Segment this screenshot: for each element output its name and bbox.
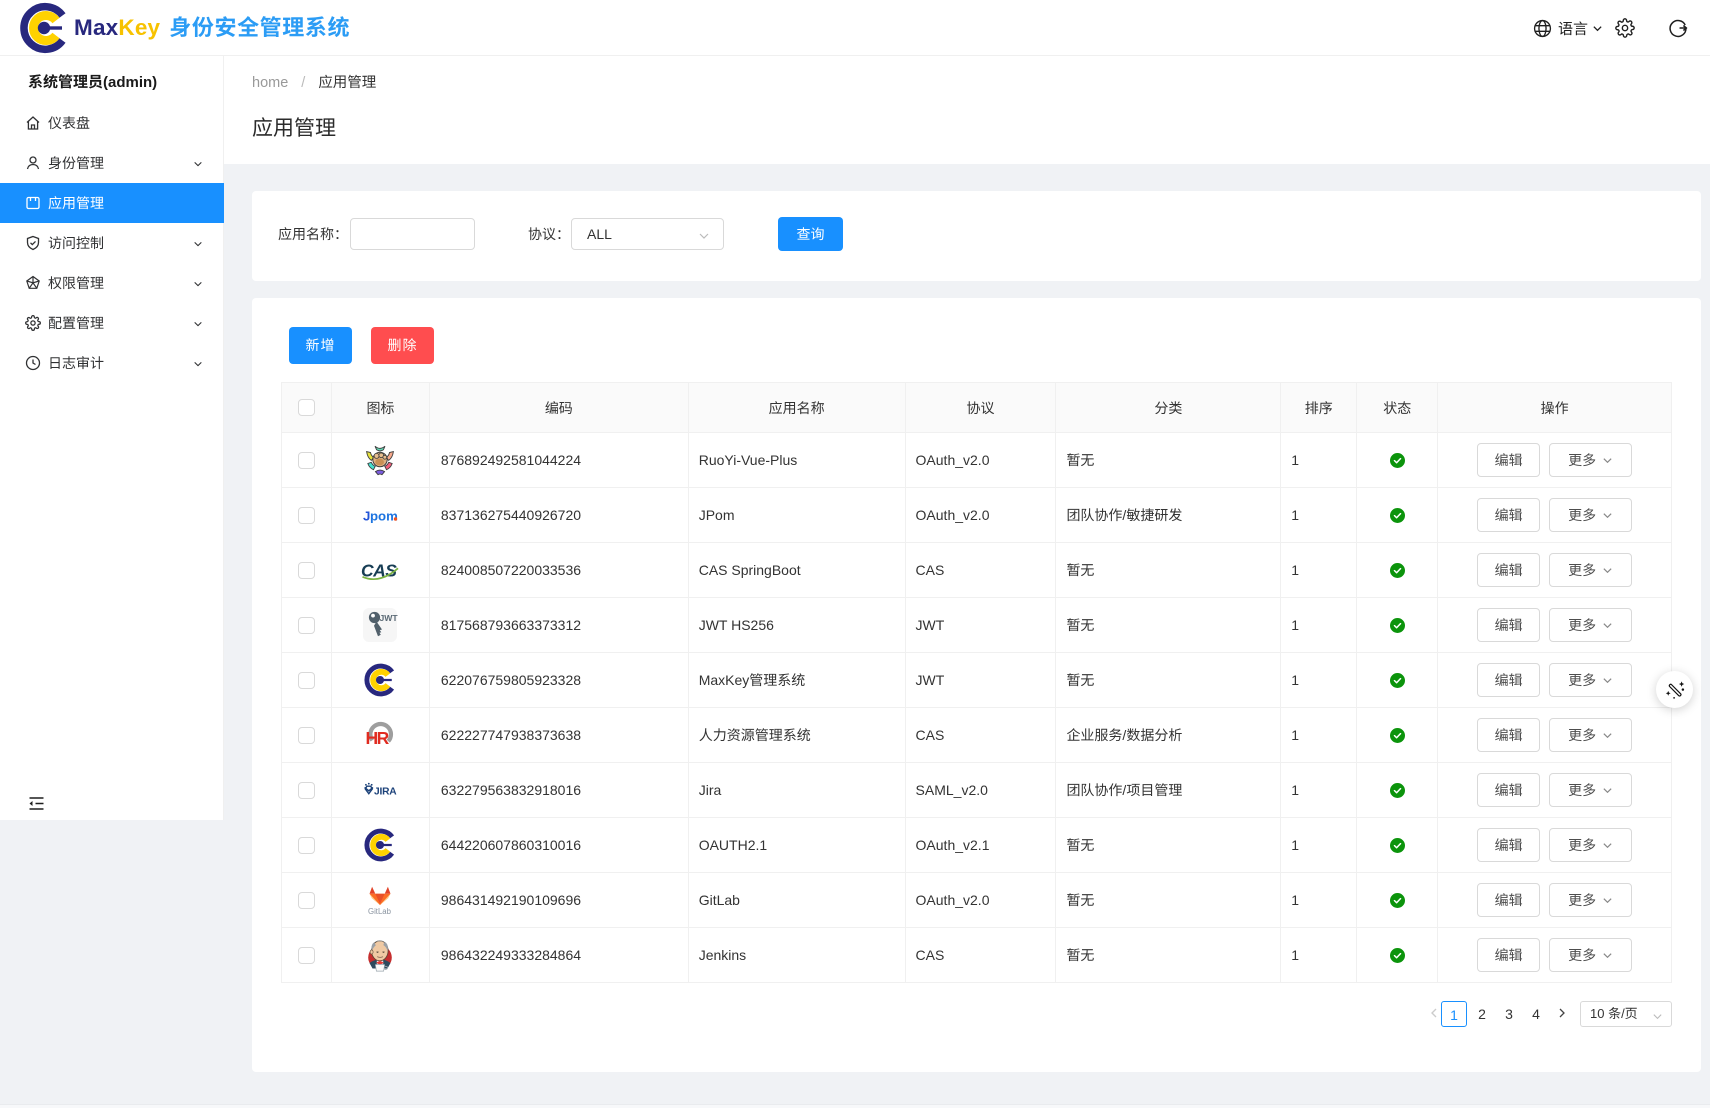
svg-text:HR: HR	[366, 728, 390, 748]
svg-text:GitLab: GitLab	[368, 907, 392, 916]
svg-text:JWT: JWT	[380, 613, 399, 623]
svg-text:pom: pom	[370, 509, 398, 524]
svg-text:JIRA: JIRA	[374, 787, 397, 798]
